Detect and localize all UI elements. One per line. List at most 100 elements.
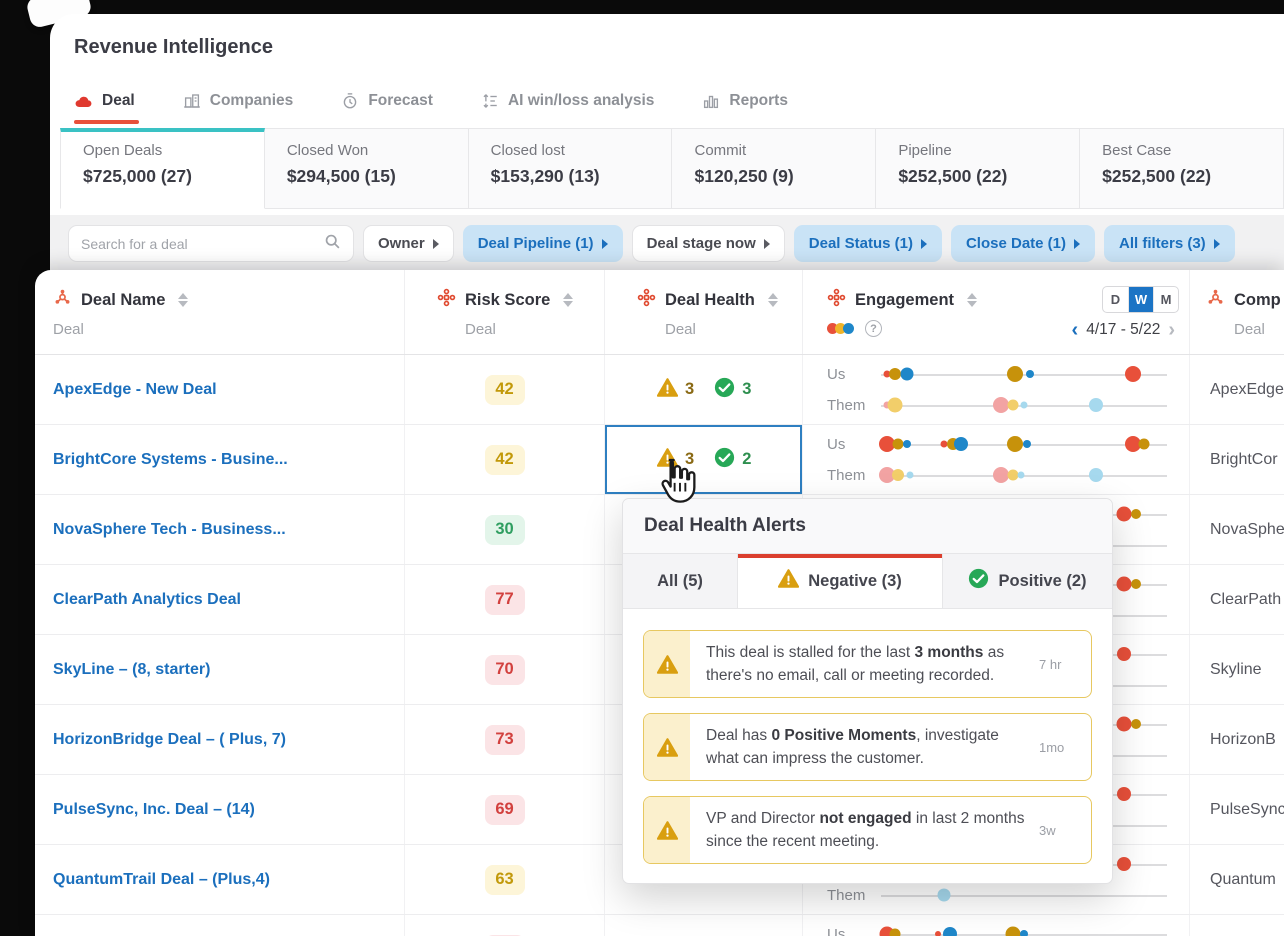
period-option-d[interactable]: D — [1103, 287, 1128, 312]
deal-name-link[interactable]: ApexEdge - New Deal — [53, 381, 217, 399]
search-box[interactable] — [68, 225, 354, 262]
engagement-dot — [1116, 506, 1132, 522]
warning-icon — [644, 714, 690, 780]
summary-card-best-case[interactable]: Best Case $252,500 (22) — [1080, 128, 1284, 209]
alert-text: VP and Director not engaged in last 2 mo… — [706, 810, 1025, 850]
engagement-line: Them — [827, 396, 1167, 414]
deal-name-link[interactable]: ClearPath Analytics Deal — [53, 591, 241, 609]
filter-button-label: Deal stage now — [646, 235, 756, 252]
filter-button-all-filters-3-[interactable]: All filters (3) — [1104, 225, 1235, 262]
engagement-track — [878, 435, 1167, 453]
deal-name-link[interactable]: SkyLine – (8, starter) — [53, 661, 210, 679]
deal-health-cell[interactable] — [605, 915, 803, 936]
risk-score-cell: 42 — [405, 355, 605, 424]
engagement-dot — [887, 397, 903, 413]
deal-health-cell[interactable]: 32 — [605, 425, 803, 494]
engagement-cell: Us Them — [803, 355, 1190, 424]
warning-icon — [656, 377, 679, 402]
card-value: $725,000 (27) — [83, 166, 192, 186]
sort-control[interactable] — [767, 293, 778, 307]
prev-period-icon[interactable]: ‹ — [1072, 320, 1079, 340]
alert-card: This deal is stalled for the last 3 mont… — [643, 630, 1092, 698]
engagement-side-label: Them — [827, 396, 866, 414]
summary-card-pipeline[interactable]: Pipeline $252,500 (22) — [876, 128, 1081, 209]
deal-name-link[interactable]: NovaSphere Tech - Business... — [53, 521, 286, 539]
engagement-side-label: Us — [827, 365, 846, 383]
column-header-risk-score[interactable]: Risk Score Deal — [405, 270, 605, 354]
positive-alerts: 3 — [714, 377, 751, 403]
summary-card-open-deals[interactable]: Open Deals $725,000 (27) — [60, 128, 265, 209]
column-header-company[interactable]: Comp Deal — [1190, 270, 1284, 354]
deal-health-cell[interactable]: 33 — [605, 355, 803, 424]
engagement-dot — [1025, 370, 1034, 378]
nav-tab-ai-win-loss-analysis[interactable]: AI win/loss analysis — [481, 92, 654, 124]
risk-score-badge: 42 — [484, 374, 525, 405]
company-cell: NovaSphe — [1210, 520, 1284, 538]
summary-card-closed-lost[interactable]: Closed lost $153,290 (13) — [468, 128, 673, 209]
engagement-line: Us — [827, 435, 1167, 453]
table-row: BrightCore Systems - Busine... 42 3 2 Us Them… — [35, 425, 1284, 495]
risk-score-cell: 77 — [405, 565, 605, 634]
company-cell: ApexEdge — [1210, 380, 1284, 398]
card-label: Closed lost — [490, 142, 565, 159]
filter-button-close-date-1-[interactable]: Close Date (1) — [950, 225, 1095, 262]
engagement-dot — [1007, 399, 1019, 411]
engagement-dot — [1007, 436, 1024, 452]
engagement-dot — [1124, 366, 1141, 382]
risk-score-cell: 30 — [405, 495, 605, 564]
engagement-dot — [954, 437, 969, 451]
search-input[interactable] — [81, 235, 324, 252]
sort-control[interactable] — [563, 293, 574, 307]
summary-card-closed-won[interactable]: Closed Won $294,500 (15) — [264, 128, 469, 209]
engagement-dot — [1020, 930, 1028, 936]
positive-count: 2 — [742, 450, 752, 468]
nav-tab-deal[interactable]: Deal — [74, 92, 139, 124]
caret-right-icon — [1213, 238, 1220, 249]
filter-button-deal-status-1-[interactable]: Deal Status (1) — [793, 225, 942, 262]
engagement-dot — [942, 927, 957, 936]
popup-tab-negative-3-[interactable]: Negative (3) — [738, 554, 943, 608]
deal-name-link[interactable]: QuantumTrail Deal – (Plus,4) — [53, 871, 270, 889]
deal-name-link[interactable]: PulseSync, Inc. Deal – (14) — [53, 801, 255, 819]
deal-name-cell: ApexEdge - New Deal — [35, 355, 405, 424]
risk-score-cell: 73 — [405, 705, 605, 774]
company-cell: HorizonB — [1210, 730, 1276, 748]
deal-name-link[interactable]: HorizonBridge Deal – ( Plus, 7) — [53, 731, 286, 749]
filter-button-deal-stage-now[interactable]: Deal stage now — [631, 225, 785, 262]
popup-tab-all-5-[interactable]: All (5) — [623, 554, 738, 608]
card-value: $120,250 (9) — [694, 166, 794, 186]
engagement-dot — [902, 440, 911, 448]
period-option-w[interactable]: W — [1128, 287, 1153, 312]
column-header-deal-name[interactable]: Deal Name Deal — [35, 270, 405, 354]
nav-tab-label: Reports — [729, 92, 788, 109]
popup-tab-positive-2-[interactable]: Positive (2) — [943, 554, 1112, 608]
engagement-dot — [889, 928, 901, 936]
alert-timestamp: 1mo — [1039, 739, 1065, 755]
risk-score-badge: 73 — [484, 724, 525, 755]
deal-name-cell: ClearPath Analytics Deal — [35, 565, 405, 634]
summary-card-commit[interactable]: Commit $120,250 (9) — [672, 128, 877, 209]
caret-right-icon — [1074, 238, 1080, 249]
nav-tab-companies[interactable]: Companies — [183, 92, 293, 124]
deal-name-link[interactable]: BrightCore Systems - Busine... — [53, 451, 288, 469]
engagement-cell: UsThem — [803, 915, 1190, 936]
engagement-side-label: Them — [827, 886, 866, 904]
sort-control[interactable] — [178, 293, 189, 307]
date-range-label: 4/17 - 5/22 — [1086, 321, 1161, 338]
filter-button-owner[interactable]: Owner — [363, 225, 454, 262]
nav-tab-label: Forecast — [368, 92, 433, 109]
engagement-dot — [1116, 716, 1132, 732]
sort-control[interactable] — [967, 293, 978, 307]
column-header-engagement[interactable]: Engagement ? DWM ‹ 4/17 - 5/22 › — [803, 270, 1190, 354]
next-period-icon[interactable]: › — [1168, 320, 1175, 340]
period-option-m[interactable]: M — [1153, 287, 1178, 312]
warning-icon — [656, 447, 679, 472]
engagement-track — [881, 365, 1167, 383]
negative-count: 3 — [685, 450, 695, 468]
nav-tab-reports[interactable]: Reports — [702, 92, 788, 124]
engagement-track — [881, 396, 1167, 414]
nav-tab-forecast[interactable]: Forecast — [341, 92, 433, 124]
column-header-deal-health[interactable]: Deal Health Deal — [605, 270, 803, 354]
filter-button-deal-pipeline-1-[interactable]: Deal Pipeline (1) — [462, 225, 623, 262]
help-icon[interactable]: ? — [865, 320, 882, 337]
